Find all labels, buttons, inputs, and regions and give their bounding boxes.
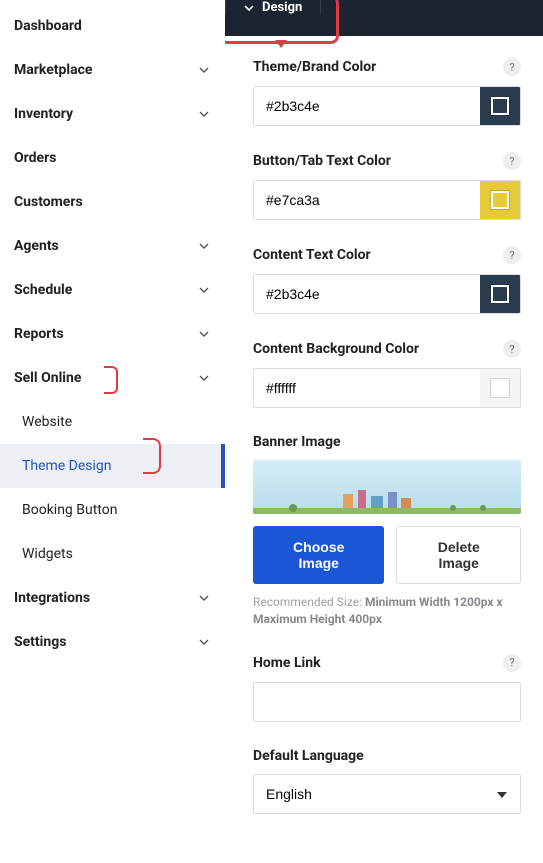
- field-theme-color: Theme/Brand Color ?: [253, 58, 521, 126]
- sidebar-item-integrations[interactable]: Integrations: [0, 576, 225, 620]
- chevron-down-icon: [199, 241, 209, 251]
- sidebar-subitem-theme-design[interactable]: Theme Design: [0, 444, 225, 488]
- label-content-bg-color: Content Background Color: [253, 341, 419, 357]
- sidebar-item-label: Reports: [14, 326, 64, 342]
- field-content-bg-color: Content Background Color ?: [253, 340, 521, 408]
- sidebar: Dashboard Marketplace Inventory Orders Custo…: [0, 0, 225, 863]
- home-link-input[interactable]: [253, 682, 521, 722]
- field-banner: Banner Image Ch: [253, 434, 521, 628]
- sidebar-subitem-website[interactable]: Website: [0, 400, 225, 444]
- choose-image-button[interactable]: Choose Image: [253, 526, 384, 584]
- sidebar-item-label: Integrations: [14, 590, 90, 606]
- label-theme-color: Theme/Brand Color: [253, 59, 376, 75]
- sidebar-item-orders[interactable]: Orders: [0, 136, 225, 180]
- chevron-down-icon: [244, 3, 254, 13]
- chevron-down-icon: [199, 109, 209, 119]
- field-home-link: Home Link ?: [253, 654, 521, 722]
- sidebar-item-inventory[interactable]: Inventory: [0, 92, 225, 136]
- sidebar-item-marketplace[interactable]: Marketplace: [0, 48, 225, 92]
- sidebar-item-label: Website: [22, 414, 72, 430]
- button-text-color-swatch[interactable]: [480, 181, 520, 219]
- chevron-down-icon: [199, 329, 209, 339]
- sidebar-item-dashboard[interactable]: Dashboard: [0, 4, 225, 48]
- field-content-text-color: Content Text Color ?: [253, 246, 521, 314]
- sidebar-item-label: Theme Design: [22, 458, 112, 474]
- help-icon[interactable]: ?: [503, 340, 521, 358]
- sidebar-item-reports[interactable]: Reports: [0, 312, 225, 356]
- content-text-color-input[interactable]: [254, 275, 480, 313]
- field-button-text-color: Button/Tab Text Color ?: [253, 152, 521, 220]
- chevron-down-icon: [199, 65, 209, 75]
- sidebar-item-label: Dashboard: [14, 18, 82, 34]
- topbar: Design: [225, 0, 543, 36]
- label-banner: Banner Image: [253, 434, 341, 450]
- help-icon[interactable]: ?: [503, 58, 521, 76]
- delete-image-button[interactable]: Delete Image: [396, 526, 521, 584]
- content-bg-color-input[interactable]: [254, 369, 480, 407]
- sidebar-item-label: Agents: [14, 238, 59, 254]
- city-illustration-icon: [253, 486, 521, 514]
- sidebar-item-label: Schedule: [14, 282, 72, 298]
- label-content-text-color: Content Text Color: [253, 247, 371, 263]
- sidebar-item-label: Customers: [14, 194, 83, 210]
- sidebar-item-schedule[interactable]: Schedule: [0, 268, 225, 312]
- chevron-down-icon: [199, 285, 209, 295]
- content-bg-color-swatch[interactable]: [480, 369, 520, 407]
- main: Design Theme/Brand Color ?: [225, 0, 543, 863]
- chevron-down-icon: [199, 637, 209, 647]
- sidebar-item-sell-online[interactable]: Sell Online: [0, 356, 225, 400]
- sidebar-item-customers[interactable]: Customers: [0, 180, 225, 224]
- label-button-text-color: Button/Tab Text Color: [253, 153, 391, 169]
- content: Theme/Brand Color ? Button/Tab Text Colo…: [225, 36, 543, 863]
- sidebar-item-agents[interactable]: Agents: [0, 224, 225, 268]
- button-text-color-input[interactable]: [254, 181, 480, 219]
- design-tab-label: Design: [262, 0, 302, 15]
- sidebar-subitem-widgets[interactable]: Widgets: [0, 532, 225, 576]
- help-icon[interactable]: ?: [503, 152, 521, 170]
- sidebar-item-label: Booking Button: [22, 502, 117, 518]
- chevron-down-icon: [199, 373, 209, 383]
- sidebar-item-label: Settings: [14, 634, 66, 650]
- design-tab[interactable]: Design: [225, 0, 321, 15]
- theme-color-swatch[interactable]: [480, 87, 520, 125]
- chevron-down-icon: [199, 593, 209, 603]
- sidebar-item-label: Widgets: [22, 546, 73, 562]
- sidebar-item-label: Orders: [14, 150, 56, 166]
- help-icon[interactable]: ?: [503, 654, 521, 672]
- sidebar-item-label: Inventory: [14, 106, 73, 122]
- sidebar-subitem-booking-button[interactable]: Booking Button: [0, 488, 225, 532]
- default-language-select[interactable]: [253, 774, 521, 814]
- content-text-color-swatch[interactable]: [480, 275, 520, 313]
- annotation-pointer: [275, 40, 287, 48]
- theme-color-input[interactable]: [254, 87, 480, 125]
- sidebar-item-settings[interactable]: Settings: [0, 620, 225, 664]
- field-default-language: Default Language: [253, 748, 521, 814]
- banner-recommended-size: Recommended Size: Minimum Width 1200px x…: [253, 594, 521, 628]
- label-home-link: Home Link: [253, 655, 321, 671]
- sidebar-item-label: Sell Online: [14, 370, 110, 386]
- help-icon[interactable]: ?: [503, 246, 521, 264]
- label-default-language: Default Language: [253, 748, 364, 764]
- sidebar-item-label: Marketplace: [14, 62, 92, 78]
- banner-preview: [253, 460, 521, 514]
